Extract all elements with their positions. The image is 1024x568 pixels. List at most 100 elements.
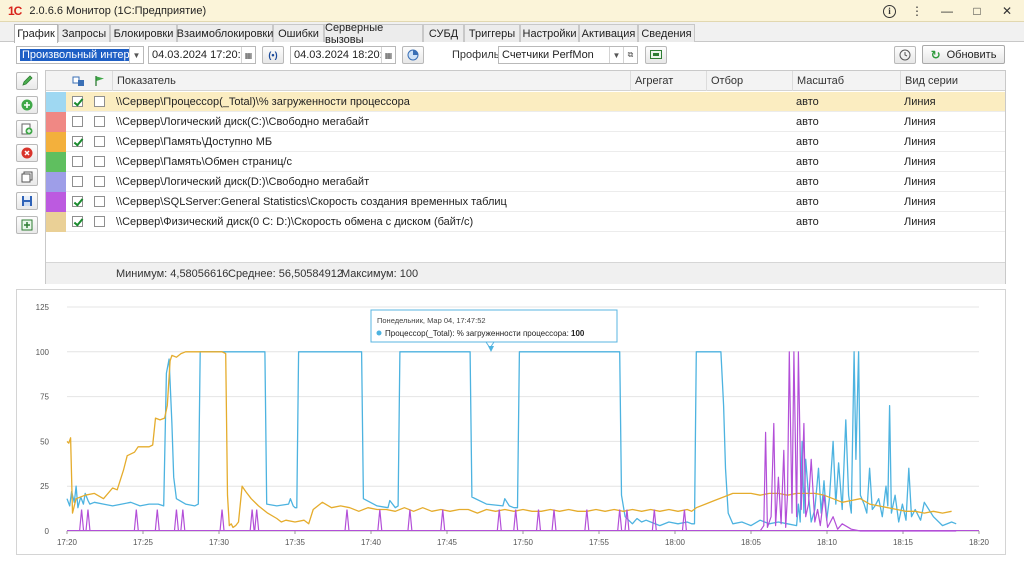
- indicator-name: \\Сервер\Логический диск(C:)\Свободно ме…: [116, 116, 370, 128]
- multi-check-icon[interactable]: [72, 75, 86, 87]
- series-color-swatch[interactable]: [46, 112, 66, 132]
- tab-activation[interactable]: Активация: [579, 24, 638, 42]
- column-filter[interactable]: Отбор: [706, 71, 792, 91]
- tab-errors[interactable]: Ошибки: [273, 24, 324, 42]
- profile-label: Профиль:: [452, 49, 503, 61]
- clock-icon: [899, 49, 911, 61]
- refresh-label: Обновить: [946, 48, 997, 61]
- table-row[interactable]: \\Сервер\SQLServer:General Statistics\Ск…: [46, 192, 1005, 212]
- tab-queries[interactable]: Запросы: [58, 24, 110, 42]
- series-flag-checkbox[interactable]: [94, 176, 105, 187]
- series-color-swatch[interactable]: [46, 172, 66, 192]
- window-title: 2.0.6.6 Монитор (1С:Предприятие): [29, 4, 207, 17]
- chart-x-axis: 17:20 17:25 17:30 17:35 17:40 17:45 17:50 17:55…: [57, 531, 990, 547]
- tab-settings[interactable]: Настройки: [520, 24, 579, 42]
- info-icon[interactable]: i: [883, 4, 896, 18]
- tab-info[interactable]: Сведения: [638, 24, 695, 42]
- save-button[interactable]: [16, 192, 38, 210]
- series-color-swatch[interactable]: [46, 132, 66, 152]
- series-visible-checkbox[interactable]: [72, 176, 83, 187]
- series-visible-checkbox[interactable]: [72, 96, 83, 107]
- title-bar: 1С 2.0.6.6 Монитор (1С:Предприятие) i ⋮ …: [0, 0, 1024, 22]
- load-button[interactable]: [16, 216, 38, 234]
- series-flag-checkbox[interactable]: [94, 136, 105, 147]
- series-color-swatch[interactable]: [46, 192, 66, 212]
- more-icon[interactable]: ⋮: [908, 2, 926, 20]
- minimize-icon[interactable]: —: [938, 2, 956, 20]
- y-tick-label: 0: [45, 527, 50, 536]
- series-flag-checkbox[interactable]: [94, 116, 105, 127]
- save-icon: [22, 196, 32, 206]
- table-row[interactable]: \\Сервер\Процессор(_Total)\% загруженнос…: [46, 92, 1005, 112]
- chevron-down-icon[interactable]: ▼: [609, 47, 623, 63]
- series-type-value: Линия: [904, 156, 936, 168]
- copy-button[interactable]: [16, 120, 38, 138]
- chart-tooltip: Понедельник, Мар 04, 17:47:52 Процессор(…: [370, 309, 618, 352]
- calendar-icon[interactable]: ▦: [381, 47, 395, 63]
- date-from-field[interactable]: 04.03.2024 17:20:00 ▦: [148, 46, 256, 64]
- indicator-name: \\Сервер\Физический диск(0 C: D:)\Скорос…: [116, 216, 474, 228]
- tab-dbms[interactable]: СУБД: [423, 24, 464, 42]
- series-color-swatch[interactable]: [46, 152, 66, 172]
- delete-icon: [21, 147, 33, 159]
- series-visible-checkbox[interactable]: [72, 216, 83, 227]
- series-spike-temp_tables: [440, 509, 446, 532]
- table-row[interactable]: \\Сервер\Логический диск(C:)\Свободно ме…: [46, 112, 1005, 132]
- series-visible-checkbox[interactable]: [72, 156, 83, 167]
- table-row[interactable]: \\Сервер\Логический диск(D:)\Свободно ме…: [46, 172, 1005, 192]
- profile-settings-button[interactable]: [645, 46, 667, 64]
- x-tick-label: 18:15: [893, 538, 914, 547]
- period-picker-button[interactable]: [402, 46, 424, 64]
- scale-value: авто: [796, 156, 819, 168]
- table-row[interactable]: \\Сервер\Память\Доступно МБ авто Линия: [46, 132, 1005, 152]
- date-from-value: 04.03.2024 17:20:00: [152, 49, 241, 61]
- stat-avg: Среднее: 56,50584912: [228, 268, 344, 280]
- series-flag-checkbox[interactable]: [94, 196, 105, 207]
- x-tick-label: 18:20: [969, 538, 990, 547]
- add-button[interactable]: [16, 96, 38, 114]
- series-spike-temp_tables: [651, 509, 657, 532]
- y-tick-label: 100: [36, 348, 50, 357]
- flag-icon[interactable]: [94, 75, 106, 87]
- column-indicator[interactable]: Показатель: [112, 71, 630, 91]
- scale-value: авто: [796, 136, 819, 148]
- auto-refresh-button[interactable]: [894, 46, 916, 64]
- tab-deadlocks[interactable]: Взаимоблокировки: [177, 24, 273, 42]
- series-color-swatch[interactable]: [46, 212, 66, 232]
- column-aggregate[interactable]: Агрегат: [630, 71, 706, 91]
- period-select[interactable]: Произвольный интервал ▼: [16, 46, 144, 64]
- period-center-button[interactable]: (•): [262, 46, 284, 64]
- table-row[interactable]: \\Сервер\Память\Обмен страниц/с авто Линия: [46, 152, 1005, 172]
- open-icon[interactable]: ⧉: [623, 47, 637, 63]
- chevron-down-icon[interactable]: ▼: [129, 47, 143, 63]
- tab-server-calls[interactable]: Серверные вызовы: [324, 22, 423, 46]
- series-flag-checkbox[interactable]: [94, 216, 105, 227]
- close-icon[interactable]: ✕: [998, 2, 1016, 20]
- maximize-icon[interactable]: □: [968, 2, 986, 20]
- tab-locks[interactable]: Блокировки: [110, 24, 177, 42]
- tab-grafik[interactable]: График: [14, 24, 58, 43]
- x-tick-label: 17:30: [209, 538, 230, 547]
- counters-chart[interactable]: 0255075100125 17:20 17:25 17:30 17:35 17:40 1…: [17, 290, 1007, 556]
- profile-select[interactable]: Счетчики PerfMon ▼ ⧉: [498, 46, 638, 64]
- table-footer: Минимум: 4,58056616 Среднее: 56,50584912…: [46, 262, 1005, 284]
- series-flag-checkbox[interactable]: [94, 156, 105, 167]
- date-to-field[interactable]: 04.03.2024 18:20:00 ▦: [290, 46, 396, 64]
- series-visible-checkbox[interactable]: [72, 196, 83, 207]
- duplicate-button[interactable]: [16, 168, 38, 186]
- column-scale[interactable]: Масштаб: [792, 71, 900, 91]
- edit-button[interactable]: [16, 72, 38, 90]
- series-color-swatch[interactable]: [46, 92, 66, 112]
- series-visible-checkbox[interactable]: [72, 136, 83, 147]
- calendar-icon[interactable]: ▦: [241, 47, 255, 63]
- series-visible-checkbox[interactable]: [72, 116, 83, 127]
- series-spike-temp_tables: [154, 509, 160, 532]
- series-flag-checkbox[interactable]: [94, 96, 105, 107]
- column-series-type[interactable]: Вид серии: [900, 71, 1007, 91]
- stat-max: Максимум: 100: [341, 268, 419, 280]
- refresh-button[interactable]: ↻ Обновить: [922, 45, 1005, 64]
- series-spike-temp_tables: [551, 509, 557, 532]
- tab-triggers[interactable]: Триггеры: [464, 24, 520, 42]
- table-row[interactable]: \\Сервер\Физический диск(0 C: D:)\Скорос…: [46, 212, 1005, 232]
- delete-button[interactable]: [16, 144, 38, 162]
